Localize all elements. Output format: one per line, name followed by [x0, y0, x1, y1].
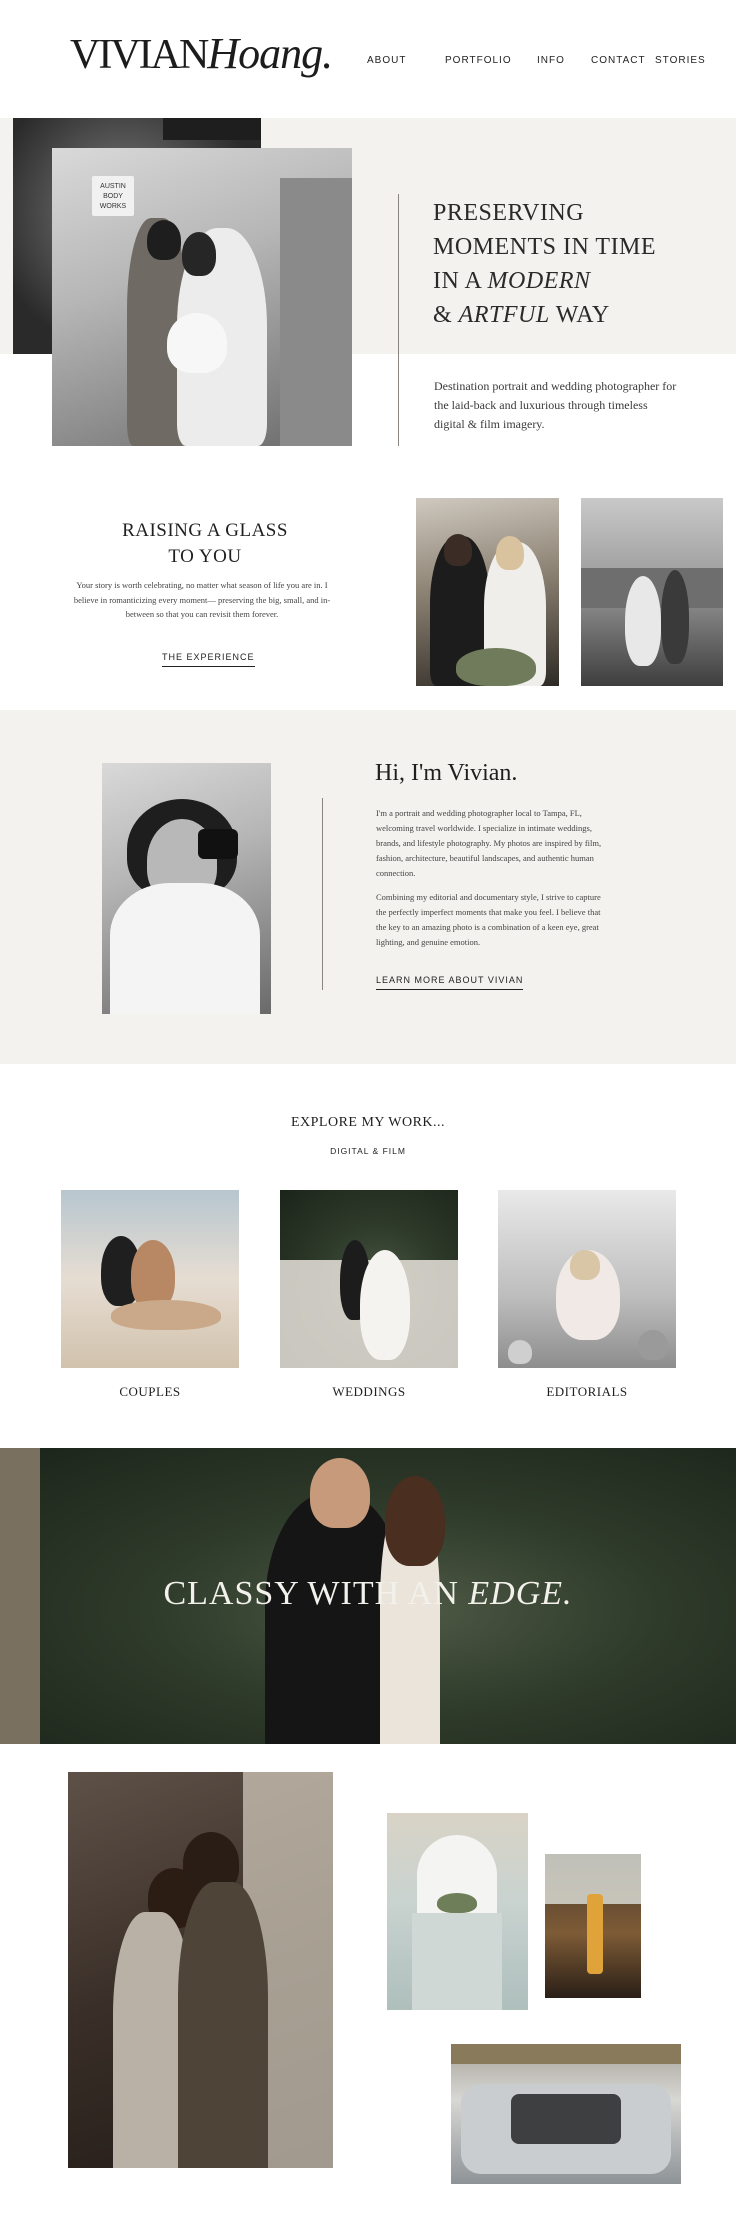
- about-divider: [322, 798, 323, 990]
- gallery-couple-photo: [68, 1772, 333, 2168]
- nav-stories[interactable]: STORIES: [655, 55, 706, 66]
- about-body: I'm a portrait and wedding photographer …: [376, 806, 608, 950]
- toast-photo: [416, 498, 559, 686]
- about-title: Hi, I'm Vivian.: [375, 760, 518, 786]
- weddings-photo[interactable]: [280, 1190, 458, 1368]
- banner-text-prefix: CLASSY WITH AN: [163, 1575, 469, 1612]
- hero-title-line1: PRESERVING: [433, 200, 585, 226]
- category-editorials[interactable]: EDITORIALS: [498, 1384, 676, 1400]
- site-logo[interactable]: VIVIANHoang.: [70, 29, 333, 78]
- about-para1: I'm a portrait and wedding photographer …: [376, 808, 602, 878]
- hero-sign: AUSTIN BODY WORKS: [92, 176, 134, 216]
- hero-title-line3-italic: MODERN: [487, 268, 591, 294]
- hero-title-line2: MOMENTS IN TIME: [433, 234, 657, 260]
- hero-couple-photo: AUSTIN BODY WORKS: [52, 148, 352, 446]
- logo-first: VIVIAN: [70, 32, 209, 78]
- banner-headline: CLASSY WITH AN EDGE.: [0, 1575, 736, 1613]
- hero-title-line4-suffix: WAY: [549, 302, 610, 328]
- hero-title-line3-prefix: IN A: [433, 268, 488, 294]
- hero-description: Destination portrait and wedding photogr…: [434, 379, 677, 431]
- nav-portfolio[interactable]: PORTFOLIO: [445, 55, 512, 66]
- hero-divider: [398, 194, 399, 446]
- banner-text-italic: EDGE.: [468, 1575, 573, 1612]
- gallery-car-photo: [451, 2044, 681, 2184]
- nav-info[interactable]: INFO: [537, 55, 565, 66]
- category-couples[interactable]: COUPLES: [61, 1384, 239, 1400]
- about-para2: Combining my editorial and documentary s…: [376, 892, 601, 947]
- about-button[interactable]: LEARN MORE ABOUT VIVIAN: [376, 975, 524, 990]
- experience-title: RAISING A GLASS TO YOU: [110, 518, 300, 570]
- gallery-champagne-photo: [545, 1854, 641, 1998]
- experience-body: Your story is worth celebrating, no matt…: [73, 580, 331, 619]
- hero-title-line4-prefix: &: [433, 302, 459, 328]
- explore-subtitle: DIGITAL & FILM: [330, 1146, 406, 1156]
- nav-contact[interactable]: CONTACT: [591, 55, 646, 66]
- category-weddings[interactable]: WEDDINGS: [280, 1384, 458, 1400]
- explore-title: EXPLORE MY WORK...: [290, 1115, 446, 1130]
- hero-title-line4-italic: ARTFUL: [458, 302, 550, 328]
- gallery-reception-photo: [387, 1813, 528, 2010]
- editorials-photo[interactable]: [498, 1190, 676, 1368]
- logo-second: Hoang.: [207, 29, 333, 78]
- couples-photo[interactable]: [61, 1190, 239, 1368]
- bw-couple-photo: [581, 498, 723, 686]
- hero-title: PRESERVING MOMENTS IN TIME IN A MODERN &…: [433, 196, 656, 332]
- experience-button[interactable]: THE EXPERIENCE: [162, 652, 255, 667]
- vivian-portrait: [102, 763, 271, 1014]
- experience-title-line2: TO YOU: [168, 546, 242, 567]
- experience-title-line1: RAISING A GLASS: [122, 520, 288, 541]
- nav-about[interactable]: ABOUT: [367, 55, 406, 66]
